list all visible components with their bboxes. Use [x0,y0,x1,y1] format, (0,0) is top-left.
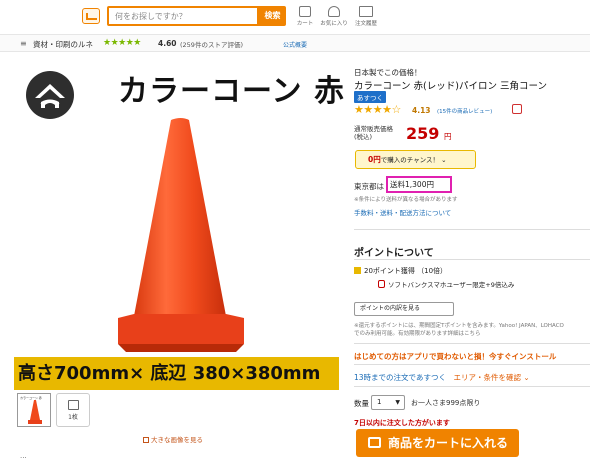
chance-text: で購入のチャンス！ [380,156,440,164]
divider [354,229,590,230]
thumbnail-cone-icon [28,400,42,424]
softbank-bonus: ソフトバンクスマホユーザー限定+9倍込み [378,279,514,289]
store-rating-stars: ★★★★★ [103,38,141,48]
store-notice-link[interactable]: 公式概要 [283,40,307,49]
product-rating-stars: ★★★★☆ [354,103,401,116]
delivery-area-link[interactable]: エリア・条件を確認 ⌄ [453,373,529,382]
cart-link[interactable]: カート [290,6,320,27]
asutsuku-badge: あすつく [354,91,386,103]
view-large-image-link[interactable]: 大きな画像を見る [143,434,203,444]
store-bar: ≡ 資材・印刷のルネ ★★★★★ 4.60 (259件のストア評価) 公式概要 [0,34,590,52]
price-label-tax: (税込) [354,133,373,141]
view-large-label: 大きな画像を見る [151,436,203,444]
price-unit: 円 [444,132,452,141]
order-history-link[interactable]: 注文履歴 [351,6,381,27]
price-label-main: 通常販売価格 [354,125,393,133]
delivery-info: 13時までの注文であすつく エリア・条件を確認 ⌄ [354,372,530,383]
fine-print-line-2[interactable]: でのみ利用可能。有効期限があります詳細はこちら [354,330,564,338]
cart-label: カート [296,21,314,27]
enlarge-icon [143,437,149,443]
bottom-partial-text: ... [20,452,27,460]
review-count-link[interactable]: (15件の商品レビュー) [437,107,492,115]
store-rating-meta[interactable]: (259件のストア評価) [180,39,243,49]
add-to-cart-label: 商品をカートに入れる [388,436,509,450]
product-price: 259 [406,124,440,143]
brand-logo-icon [26,71,74,119]
image-gallery-icon [67,400,79,410]
shipping-fee: 送料1,300円 [386,176,452,193]
price-label: 通常販売価格 (税込) [354,125,393,141]
favorites-link[interactable]: お気に入り [319,6,349,27]
divider [354,343,590,344]
divider [354,386,590,387]
store-rating-value: 4.60 [158,39,177,48]
points-breakdown-select[interactable]: ポイントの内訳を見る [354,302,454,316]
product-slogan: 日本製でこの価格！ [354,68,422,77]
divider [354,364,590,365]
dimensions-banner: 高さ700mm× 底辺 380×380mm [14,357,339,390]
fine-print-line-1: ※還元するポイントには、期間固定Tポイントを含みます。Yahoo! JAPAN、… [354,323,564,329]
shipping-prefix: 東京都は [354,182,384,191]
product-name: カラーコーン 赤(レッド)パイロン 三角コーン [354,81,548,92]
order-history-label: 注文履歴 [354,21,377,27]
traffic-cone-image [118,118,244,352]
truck-icon [359,6,373,17]
app-promo-link[interactable]: はじめての方はアプリで買わないと損！今すぐインストール [354,351,556,362]
cart-icon [299,6,311,17]
points-earn-text: 20ポイント獲得 （10倍） [364,267,448,275]
search-input[interactable]: 何をお探しですか？ [107,6,259,26]
favorites-label: お気に入り [320,21,348,27]
shipping-fee-link[interactable]: 手数料・送料・配送方法について [354,207,451,217]
product-rating-value: 4.13 [412,106,431,115]
points-fine-print: ※還元するポイントには、期間固定Tポイントを含みます。Yahoo! JAPAN、… [354,322,564,338]
chevron-down-icon: ⌄ [441,156,447,164]
gift-icon [354,267,361,274]
chance-amount: 0円 [368,155,381,164]
site-header: 何をお探しですか？ 検索 カート お気に入り 注文履歴 [0,0,590,34]
quantity-label: 数量 [354,399,369,408]
cart-icon [368,437,381,448]
divider [354,259,590,260]
quantity-value: 1 [377,398,382,406]
store-name-link[interactable]: 資材・印刷のルネ [33,39,93,50]
image-count: 1枚 [68,414,78,421]
write-review-icon[interactable] [512,104,522,114]
select-arrow-icon: ▼ [395,399,400,406]
search-button[interactable]: 検索 [259,6,286,26]
quantity-select[interactable]: 1 ▼ [371,395,405,410]
softbank-bonus-text: ソフトバンクスマホユーザー限定+9倍込み [388,281,515,289]
quantity-limit: お一人さま999点限り [411,399,481,407]
image-gallery-button[interactable]: 1枚 [56,393,90,427]
add-to-cart-button[interactable]: 商品をカートに入れる [356,429,519,457]
product-image-title: カラーコーン 赤 [118,74,345,109]
heart-icon [328,6,340,17]
shopping-logo-icon[interactable] [82,8,100,24]
menu-chevron-icon[interactable]: ≡ [20,39,27,48]
points-earn: 20ポイント獲得 （10倍） [354,266,447,276]
points-heading: ポイントについて [354,248,434,259]
delivery-main: 13時までの注文であすつく [354,373,446,382]
shipping-note: ※条件により送料が異なる場合があります [354,197,458,203]
free-chance-dropdown[interactable]: 0円で購入のチャンス！ ⌄ [355,150,476,169]
recent-order-notice: 7日以内に注文した方がいます [354,419,450,427]
smartphone-icon [378,280,385,288]
image-thumbnail[interactable]: カラーコーン 赤 [17,393,51,427]
